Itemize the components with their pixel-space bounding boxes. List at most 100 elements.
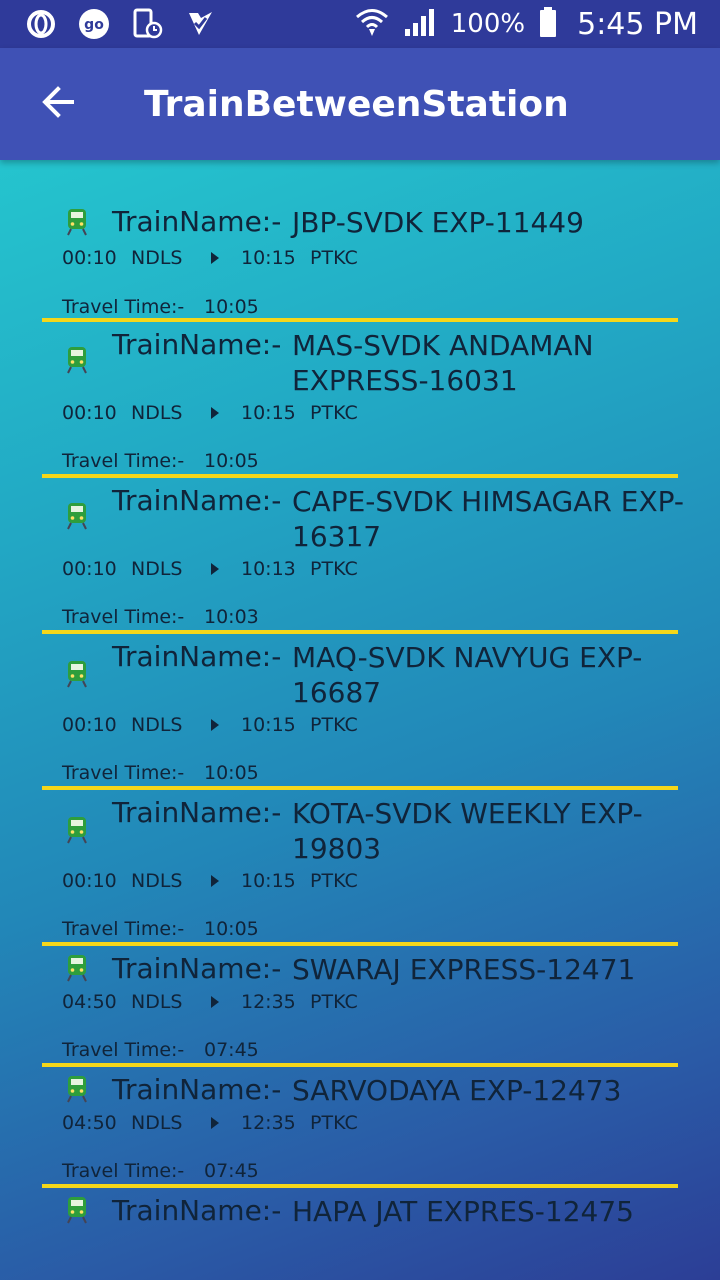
- schedule-row: 04:50 NDLS 12:35 PTKC: [62, 991, 358, 1013]
- travel-time: 10:05: [204, 762, 259, 784]
- travel-time-label: Travel Time:-: [62, 1039, 185, 1061]
- train-name: MAS-SVDK ANDAMAN EXPRESS-16031: [292, 329, 594, 397]
- train-name-label: TrainName:-: [112, 796, 282, 829]
- to-station: PTKC: [310, 402, 358, 424]
- travel-time-row: Travel Time:- 07:45: [62, 1160, 259, 1182]
- from-station: NDLS: [131, 558, 183, 580]
- train-name-label: TrainName:-: [112, 952, 282, 985]
- arrow-right-icon: [209, 251, 241, 265]
- status-bar: go 100% 5:45 PM: [0, 0, 720, 48]
- check-icon: [186, 9, 216, 39]
- page-title: TrainBetweenStation: [144, 83, 569, 125]
- clock: 5:45 PM: [577, 6, 698, 42]
- travel-time: 10:05: [204, 450, 259, 472]
- train-name-label: TrainName:-: [112, 1073, 282, 1106]
- travel-time-row: Travel Time:- 10:05: [62, 762, 259, 784]
- departure-time: 04:50: [62, 1112, 117, 1134]
- back-button[interactable]: [28, 74, 88, 134]
- arrival-time: 10:15: [241, 870, 296, 892]
- svg-text:go: go: [84, 17, 104, 33]
- to-station: PTKC: [310, 714, 358, 736]
- train-name-label: TrainName:-: [112, 328, 282, 361]
- train-name: CAPE-SVDK HIMSAGAR EXP-16317: [292, 485, 685, 553]
- departure-time: 00:10: [62, 714, 117, 736]
- train-name-label: TrainName:-: [112, 1194, 282, 1227]
- battery-icon: [539, 7, 557, 41]
- schedule-row: 00:10 NDLS 10:15 PTKC: [62, 247, 358, 269]
- arrow-back-icon[interactable]: [40, 84, 76, 124]
- departure-time: 00:10: [62, 870, 117, 892]
- arrival-time: 12:35: [241, 991, 296, 1013]
- list-item[interactable]: TrainName:- KOTA-SVDK WEEKLY EXP-19803 0…: [0, 790, 720, 946]
- to-station: PTKC: [310, 991, 358, 1013]
- travel-time-label: Travel Time:-: [62, 450, 185, 472]
- list-item[interactable]: TrainName:- CAPE-SVDK HIMSAGAR EXP-16317…: [0, 478, 720, 634]
- go-icon: go: [78, 8, 110, 40]
- train-name: JBP-SVDK EXP-11449: [292, 206, 584, 239]
- app-bar: TrainBetweenStation: [0, 48, 720, 160]
- list-item[interactable]: TrainName:- HAPA JAT EXPRES-12475: [0, 1188, 720, 1238]
- arrival-time: 10:13: [241, 558, 296, 580]
- travel-time-row: Travel Time:- 10:05: [62, 296, 259, 318]
- arrow-right-icon: [209, 562, 241, 576]
- notification-icons: go: [26, 8, 238, 40]
- train-icon: [66, 1196, 88, 1224]
- arrow-right-icon: [209, 718, 241, 732]
- train-icon: [66, 1075, 88, 1103]
- arrival-time: 12:35: [241, 1112, 296, 1134]
- train-icon: [66, 502, 88, 530]
- signal-icon: [403, 7, 437, 41]
- schedule-row: 00:10 NDLS 10:15 PTKC: [62, 870, 358, 892]
- travel-time-label: Travel Time:-: [62, 762, 185, 784]
- battery-percent: 100%: [450, 9, 526, 39]
- train-icon: [66, 816, 88, 844]
- train-name: MAQ-SVDK NAVYUG EXP-16687: [292, 641, 643, 709]
- from-station: NDLS: [131, 714, 183, 736]
- list-item[interactable]: TrainName:- MAQ-SVDK NAVYUG EXP-16687 00…: [0, 634, 720, 790]
- train-icon: [66, 954, 88, 982]
- train-name: HAPA JAT EXPRES-12475: [292, 1195, 634, 1228]
- opera-icon: [26, 9, 56, 39]
- list-item[interactable]: TrainName:- JBP-SVDK EXP-11449 00:10 NDL…: [0, 160, 720, 324]
- from-station: NDLS: [131, 870, 183, 892]
- arrow-right-icon: [209, 874, 241, 888]
- train-name: SWARAJ EXPRESS-12471: [292, 953, 636, 986]
- travel-time: 07:45: [204, 1039, 259, 1061]
- departure-time: 00:10: [62, 247, 117, 269]
- from-station: NDLS: [131, 991, 183, 1013]
- departure-time: 04:50: [62, 991, 117, 1013]
- list-item[interactable]: TrainName:- SARVODAYA EXP-12473 04:50 ND…: [0, 1067, 720, 1184]
- train-name-label: TrainName:-: [112, 640, 282, 673]
- travel-time-label: Travel Time:-: [62, 918, 185, 940]
- schedule-row: 00:10 NDLS 10:15 PTKC: [62, 714, 358, 736]
- travel-time-row: Travel Time:- 10:05: [62, 450, 259, 472]
- arrow-right-icon: [209, 995, 241, 1009]
- travel-time-row: Travel Time:- 10:03: [62, 606, 259, 628]
- travel-time-label: Travel Time:-: [62, 296, 185, 318]
- arrow-right-icon: [209, 406, 241, 420]
- from-station: NDLS: [131, 402, 183, 424]
- arrival-time: 10:15: [241, 714, 296, 736]
- list-item[interactable]: TrainName:- SWARAJ EXPRESS-12471 04:50 N…: [0, 946, 720, 1063]
- arrival-time: 10:15: [241, 247, 296, 269]
- schedule-row: 00:10 NDLS 10:15 PTKC: [62, 402, 358, 424]
- train-icon: [66, 346, 88, 374]
- train-name: SARVODAYA EXP-12473: [292, 1074, 622, 1107]
- train-list[interactable]: TrainName:- JBP-SVDK EXP-11449 00:10 NDL…: [0, 160, 720, 1238]
- system-status: 100% 5:45 PM: [341, 7, 698, 42]
- from-station: NDLS: [131, 1112, 183, 1134]
- travel-time-row: Travel Time:- 10:05: [62, 918, 259, 940]
- travel-time-label: Travel Time:-: [62, 1160, 185, 1182]
- train-icon: [66, 660, 88, 688]
- travel-time: 10:05: [204, 296, 259, 318]
- to-station: PTKC: [310, 558, 358, 580]
- schedule-row: 04:50 NDLS 12:35 PTKC: [62, 1112, 358, 1134]
- to-station: PTKC: [310, 1112, 358, 1134]
- list-item[interactable]: TrainName:- MAS-SVDK ANDAMAN EXPRESS-160…: [0, 322, 720, 478]
- travel-time-row: Travel Time:- 07:45: [62, 1039, 259, 1061]
- schedule-row: 00:10 NDLS 10:13 PTKC: [62, 558, 358, 580]
- from-station: NDLS: [131, 247, 183, 269]
- phone-clock-icon: [132, 8, 164, 40]
- arrow-right-icon: [209, 1116, 241, 1130]
- travel-time: 10:03: [204, 606, 259, 628]
